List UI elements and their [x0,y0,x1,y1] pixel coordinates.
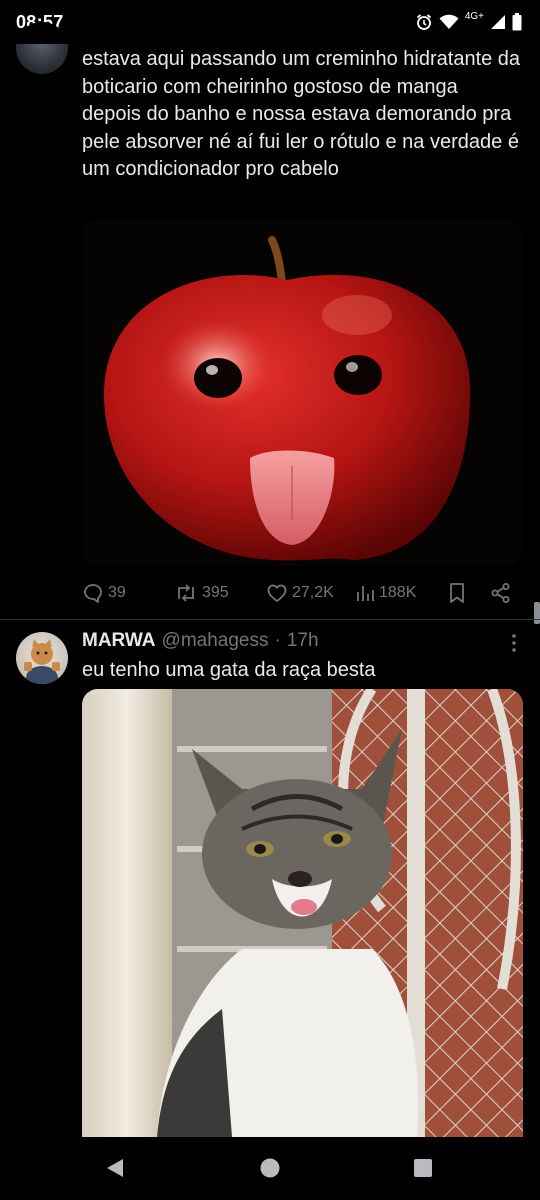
tweet-divider [0,619,540,620]
navigation-bar [0,1137,540,1200]
views-button[interactable]: 188K [355,583,416,603]
avatar[interactable] [16,22,68,74]
separator: · [274,630,281,651]
heart-icon [266,582,288,604]
tweet-header: MARWA @mahagess · 17h [82,628,319,654]
tweet-media-image[interactable] [82,689,523,1137]
battery-icon [512,13,522,31]
back-button[interactable] [104,1157,126,1184]
cat-image [82,689,523,1137]
status-bar: 08:57 4G+ [0,0,540,44]
apple-image [82,220,523,566]
scrollbar-thumb[interactable] [534,602,540,624]
recents-button[interactable] [412,1157,434,1184]
recents-icon [412,1159,434,1183]
tweet-time[interactable]: 17h [287,630,319,652]
author-handle[interactable]: @mahagess [162,630,269,652]
status-icons: 4G+ [415,10,522,31]
avatar[interactable] [16,632,68,684]
bookmark-button[interactable] [447,582,467,604]
back-icon [104,1159,126,1183]
views-icon [355,583,375,603]
share-icon [490,582,512,604]
retweet-icon [174,582,198,604]
tweet-media-image[interactable] [82,220,523,566]
reply-button[interactable]: 39 [82,582,126,604]
more-options-icon[interactable] [506,632,522,659]
like-button[interactable]: 27,2K [266,582,334,604]
retweet-button[interactable]: 395 [174,582,229,604]
reply-count: 39 [108,584,126,601]
tweet-text: eu tenho uma gata da raça besta [82,659,376,681]
like-count: 27,2K [292,584,334,601]
home-button[interactable] [259,1157,281,1184]
home-icon [259,1158,281,1183]
alarm-icon [415,13,433,31]
bookmark-icon [447,582,467,604]
share-button[interactable] [490,582,512,604]
views-count: 188K [379,584,417,601]
network-label: 4G+ [464,10,484,22]
retweet-count: 395 [202,584,229,601]
wifi-icon [439,14,459,30]
tweet-actions: 39 395 27,2K 188K [82,578,522,608]
reply-icon [82,582,104,604]
author-name[interactable]: MARWA [82,630,156,652]
signal-icon [490,14,506,30]
tweet-text: estava aqui passando um creminho hidrata… [82,48,521,180]
